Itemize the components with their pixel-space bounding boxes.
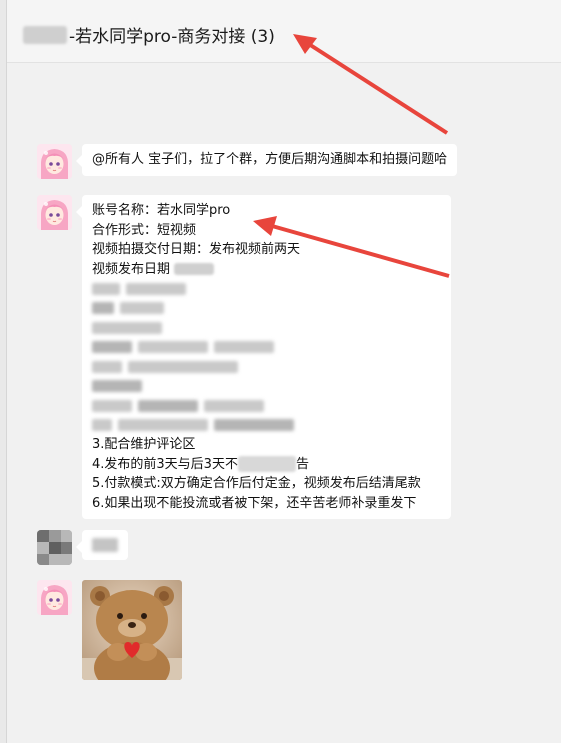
message-bubble[interactable] — [76, 530, 128, 560]
message-row: @所有人 宝子们，拉了个群，方便后期沟通脚本和拍摄问题哈 — [37, 144, 458, 179]
redacted-line — [92, 416, 441, 436]
message-line-text: 告 — [295, 456, 309, 472]
anime-girl-avatar-icon[interactable] — [37, 195, 72, 230]
message-bubble[interactable]: 账号名称：若水同学pro 合作形式：短视频 视频拍摄交付日期：发布视频前两天 视… — [76, 195, 451, 519]
chat-title[interactable]: -若水同学pro-商务对接 (3) — [23, 22, 275, 47]
message-line: 视频拍摄交付日期：发布视频前两天 — [92, 242, 301, 257]
message-line: 4.发布的前3天与后3天不 告 — [92, 455, 441, 475]
chat-header: -若水同学pro-商务对接 (3) — [7, 0, 561, 63]
redacted-line — [92, 377, 441, 397]
message-row — [37, 530, 128, 565]
redacted-text — [92, 538, 118, 552]
redacted-text — [237, 456, 296, 472]
message-line-text: 视频发布日期 — [92, 261, 171, 277]
redacted-group-prefix — [23, 25, 67, 44]
redacted-line — [92, 396, 441, 416]
redacted-line — [92, 357, 441, 377]
message-bubble[interactable]: @所有人 宝子们，拉了个群，方便后期沟通脚本和拍摄问题哈 — [75, 144, 458, 176]
anime-girl-avatar-icon[interactable] — [37, 580, 72, 615]
redacted-line — [92, 299, 441, 319]
message-line: 6.如果出现不能投流或者被下架，还辛苦老师补录重发下 — [92, 495, 417, 511]
redacted-avatar-icon[interactable] — [37, 530, 72, 565]
anime-girl-avatar-icon[interactable] — [37, 144, 72, 179]
chat-window: -若水同学pro-商务对接 (3) @所有人 宝子们，拉了个群，方便后期沟通脚本… — [6, 0, 561, 743]
message-row — [37, 580, 182, 680]
teddy-bear-heart-sticker-icon[interactable] — [82, 580, 182, 680]
message-line: 视频发布日期 — [92, 260, 441, 280]
message-text: @所有人 宝子们，拉了个群，方便后期沟通脚本和拍摄问题哈 — [92, 152, 448, 167]
redacted-text — [174, 263, 215, 275]
redacted-line — [92, 318, 441, 338]
redacted-line — [92, 279, 441, 299]
message-line-text: 4.发布的前3天与后3天不 — [92, 456, 238, 472]
redacted-line — [92, 338, 441, 358]
message-line: 5.付款模式:双方确定合作后付定金，视频发布后结清尾款 — [92, 476, 421, 491]
message-row: 账号名称：若水同学pro 合作形式：短视频 视频拍摄交付日期：发布视频前两天 视… — [37, 195, 451, 519]
chat-title-text: -若水同学pro-商务对接 (3) — [69, 27, 275, 47]
message-line: 3.配合维护评论区 — [92, 437, 196, 452]
message-line: 合作形式：短视频 — [92, 222, 197, 238]
message-line: 账号名称：若水同学pro — [92, 203, 231, 218]
